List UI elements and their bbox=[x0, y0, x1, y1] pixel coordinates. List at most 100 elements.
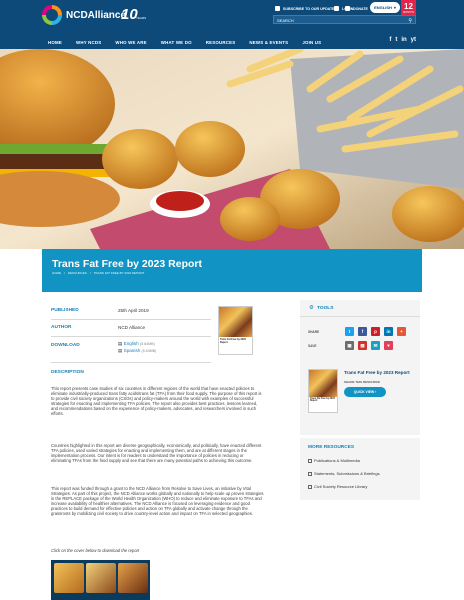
subscribe-link[interactable]: SUBSCRIBE TO OUR UPDATES bbox=[275, 6, 337, 11]
file-icon: ▤ bbox=[118, 348, 123, 353]
more-resources-item[interactable]: Statements, Submissions & Briefings bbox=[308, 471, 380, 476]
more-resources-item[interactable]: Civil Society Resource Library bbox=[308, 484, 367, 489]
twitter-icon[interactable]: t bbox=[395, 37, 397, 43]
donate-link-visible[interactable]: DONATE bbox=[345, 6, 368, 11]
tools-header: ⚙ TOOLS bbox=[300, 300, 420, 317]
more-resources-item-label: Civil Society Resource Library bbox=[314, 484, 368, 489]
social-links: f t in yt bbox=[389, 37, 416, 43]
more-resources-title: MORE RESOURCES bbox=[308, 445, 355, 450]
twitter-share-button[interactable]: t bbox=[345, 327, 354, 336]
more-share-button[interactable]: + bbox=[397, 327, 406, 336]
report-card-cover[interactable]: Trans Fat Free by 2023 Report bbox=[308, 369, 338, 413]
published-value: 25th April 2019 bbox=[118, 308, 149, 313]
user-icon bbox=[334, 6, 339, 11]
tools-panel: ⚙ TOOLS SHARE t f p in + SAVE ▣ ▤ ✉ ♥ bbox=[300, 300, 420, 360]
breadcrumb-resources[interactable]: RESOURCES bbox=[68, 271, 87, 275]
more-resources-item-label: Statements, Submissions & Briefings bbox=[314, 471, 380, 476]
site-header: NCDAlliance 10 YEARS SUBSCRIBE TO OUR UP… bbox=[0, 0, 464, 49]
nav-why-ncds[interactable]: WHY NCDS bbox=[76, 40, 101, 45]
report-card-title: Trans Fat Free by 2023 Report bbox=[344, 370, 410, 375]
more-resources-item[interactable]: Publications & Multimedia bbox=[308, 458, 360, 463]
pocket-button[interactable]: ♥ bbox=[384, 341, 393, 350]
cover-tile bbox=[118, 563, 148, 593]
nav-home[interactable]: HOME bbox=[48, 40, 62, 45]
share-resource-label: SHARE THIS RESOURCE bbox=[344, 380, 381, 384]
author-label: AUTHOR bbox=[51, 325, 72, 330]
mail-icon bbox=[275, 6, 280, 11]
subscribe-label: SUBSCRIBE TO OUR UPDATES bbox=[283, 6, 337, 11]
checkbox-icon bbox=[308, 484, 312, 489]
fast-food-photo bbox=[0, 49, 464, 249]
linkedin-icon[interactable]: in bbox=[401, 37, 406, 43]
anniversary-label: YEARS bbox=[136, 16, 147, 20]
description-paragraph: Countries highlighted in this report are… bbox=[51, 443, 262, 464]
chevron-down-icon: ▾ bbox=[393, 5, 396, 10]
published-label: PUBLISHED bbox=[51, 308, 79, 313]
breadcrumb: HOME / RESOURCES / TRANS FAT FREE BY 202… bbox=[52, 271, 144, 275]
download-english-link[interactable]: English bbox=[124, 341, 139, 346]
email-button[interactable]: ✉ bbox=[371, 341, 380, 350]
report-cover-thumbnail[interactable]: Trans Fat Free by 2023 Report bbox=[218, 306, 253, 355]
cover-title: Trans Fat Free by 2023 Report bbox=[220, 338, 246, 344]
checkbox-icon bbox=[308, 458, 312, 463]
search-placeholder: SEARCH bbox=[277, 18, 294, 23]
divider bbox=[51, 362, 211, 363]
countdown-label: MONTHS bbox=[403, 11, 414, 14]
breadcrumb-separator: / bbox=[89, 271, 91, 275]
facebook-share-button[interactable]: f bbox=[358, 327, 367, 336]
hero-image bbox=[0, 49, 464, 249]
nav-resources[interactable]: RESOURCES bbox=[206, 40, 236, 45]
nav-who-we-are[interactable]: WHO WE ARE bbox=[115, 40, 146, 45]
language-label: ENGLISH bbox=[374, 5, 392, 10]
download-caption: Click on the cover below to download the… bbox=[51, 548, 140, 553]
description-label: DESCRIPTION bbox=[51, 370, 84, 375]
linkedin-share-button[interactable]: in bbox=[384, 327, 393, 336]
download-english-size: (5.64MB) bbox=[139, 342, 155, 346]
chevron-right-icon: › bbox=[374, 390, 377, 394]
pinterest-share-button[interactable]: p bbox=[371, 327, 380, 336]
brand-name: NCDAlliance bbox=[66, 9, 127, 21]
download-spanish-link[interactable]: Spanish bbox=[124, 348, 141, 353]
more-resources-panel: MORE RESOURCES Publications & Multimedia… bbox=[300, 438, 420, 500]
anniversary-number: 10 bbox=[121, 6, 138, 23]
search-icon[interactable]: ⚲ bbox=[408, 18, 412, 24]
language-selector[interactable]: ENGLISH ▾ bbox=[370, 2, 400, 13]
divider bbox=[51, 319, 211, 320]
logo-mark-icon bbox=[42, 5, 62, 25]
donate-label-visible: DONATE bbox=[353, 6, 368, 11]
page-title-banner: Trans Fat Free by 2023 Report HOME / RES… bbox=[42, 249, 422, 292]
quick-view-button[interactable]: QUICK VIEW › bbox=[344, 387, 386, 397]
countdown-number: 12 bbox=[404, 2, 413, 11]
breadcrumb-separator: / bbox=[64, 271, 65, 275]
download-english[interactable]: ▤ English (5.64MB) bbox=[118, 341, 155, 347]
description-paragraph: This report presents case studies of six… bbox=[51, 386, 262, 417]
share-label: SHARE bbox=[308, 330, 320, 334]
cover-image bbox=[219, 307, 252, 337]
author-value: NCD Alliance bbox=[118, 325, 146, 330]
ncd-alliance-logo[interactable]: NCDAlliance bbox=[42, 5, 126, 25]
nav-what-we-do[interactable]: WHAT WE DO bbox=[161, 40, 192, 45]
checkbox-icon bbox=[308, 471, 312, 476]
download-spanish-size: (5.54MB) bbox=[141, 349, 157, 353]
more-resources-item-label: Publications & Multimedia bbox=[314, 458, 360, 463]
breadcrumb-current: TRANS FAT FREE BY 2023 REPORT bbox=[93, 271, 145, 275]
print-button[interactable]: ▣ bbox=[345, 341, 354, 350]
pdf-button[interactable]: ▤ bbox=[358, 341, 367, 350]
youtube-icon[interactable]: yt bbox=[411, 37, 416, 43]
nav-news-events[interactable]: NEWS & EVENTS bbox=[249, 40, 288, 45]
cover-title: Trans Fat Free by 2023 Report bbox=[310, 398, 335, 402]
facebook-icon[interactable]: f bbox=[389, 37, 391, 43]
gear-icon: ⚙ bbox=[309, 305, 314, 311]
heart-icon bbox=[345, 6, 350, 11]
cover-tile bbox=[86, 563, 116, 593]
report-card: Trans Fat Free by 2023 Report Trans Fat … bbox=[300, 360, 420, 435]
quick-view-label: QUICK VIEW bbox=[353, 390, 375, 394]
nav-join-us[interactable]: JOIN US bbox=[302, 40, 321, 45]
file-icon: ▤ bbox=[118, 341, 123, 346]
cover-tile bbox=[54, 563, 84, 593]
report-cover-download[interactable] bbox=[51, 560, 150, 600]
page-title: Trans Fat Free by 2023 Report bbox=[52, 258, 202, 270]
breadcrumb-home[interactable]: HOME bbox=[52, 271, 61, 275]
search-input[interactable]: SEARCH ⚲ bbox=[273, 15, 416, 24]
download-spanish[interactable]: ▤ Spanish (5.54MB) bbox=[118, 348, 156, 354]
